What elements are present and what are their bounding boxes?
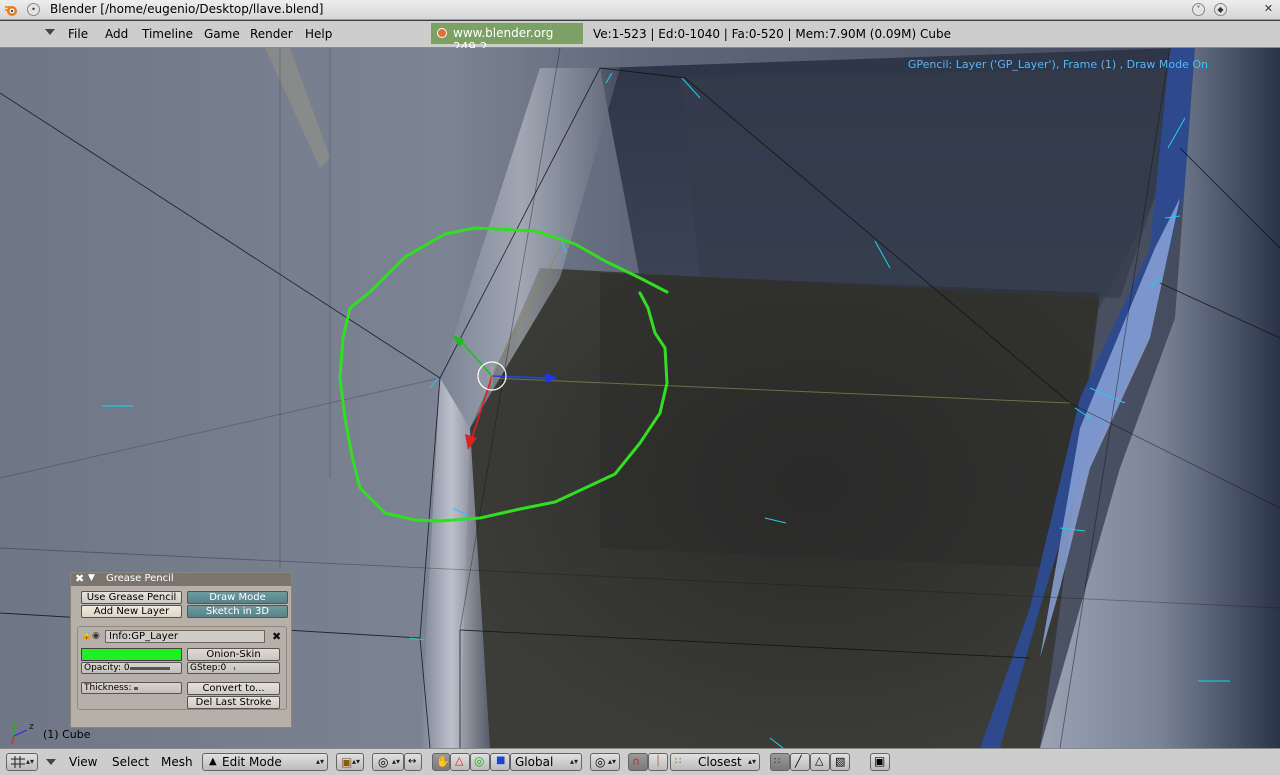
edit-mode-icon: ▲ [209, 756, 217, 767]
thickness-label: Thickness: [84, 683, 132, 693]
layer-delete-icon[interactable]: ✖ [272, 630, 281, 643]
gstep-label: GStep:0 [190, 663, 227, 673]
vertex-select-mode[interactable]: ∷ [770, 753, 790, 771]
manipulator-toggle[interactable]: ✋ [432, 753, 450, 771]
occlude-icon: ▧ [835, 755, 846, 768]
header-menu-collapse-icon[interactable] [46, 759, 56, 765]
window-maximize-button[interactable]: ◆ [1214, 3, 1227, 16]
opacity-slider[interactable]: Opacity: 0 [81, 662, 182, 674]
gstep-slider[interactable]: GStep:0 [187, 662, 280, 674]
menu-game[interactable]: Game [204, 27, 240, 41]
rotate-icon: ◎ [474, 754, 485, 768]
magnet-icon: ∩ [632, 755, 641, 768]
scale-icon: ■ [496, 755, 506, 766]
snap-element-button[interactable]: │ [648, 753, 668, 771]
thickness-fill [134, 687, 138, 690]
panel-header[interactable]: ✖ ▼ Grease Pencil [71, 572, 291, 586]
proportional-edit-icon: ◎ [595, 755, 606, 769]
menu-view[interactable]: View [69, 755, 97, 769]
snap-target-select[interactable]: ∷ Closest ▴▾ [670, 753, 760, 771]
draw-type-icon: ▣ [341, 755, 353, 769]
layer-name-field[interactable]: Info:GP_Layer [105, 630, 265, 643]
del-last-stroke-button[interactable]: Del Last Stroke [187, 696, 280, 709]
orientation-arrow-icon: ▴▾ [569, 757, 578, 766]
active-object-label: (1) Cube [43, 728, 91, 741]
draw-type-arrow-icon: ▴▾ [351, 757, 360, 766]
grid-icon [11, 756, 25, 768]
menu-render[interactable]: Render [250, 27, 293, 41]
menu-mesh[interactable]: Mesh [161, 755, 193, 769]
header-collapse-icon[interactable] [45, 29, 55, 35]
convert-to-button[interactable]: Convert to... [187, 682, 280, 695]
occlude-geometry-toggle[interactable]: ▧ [830, 753, 850, 771]
layer-color-swatch[interactable] [81, 648, 182, 661]
render-preview-button[interactable]: ▣ [870, 753, 890, 771]
thickness-slider[interactable]: Thickness: [81, 682, 182, 694]
mode-arrow-icon: ▴▾ [315, 757, 324, 766]
menu-add[interactable]: Add [105, 27, 128, 41]
pivot-arrow-icon: ▴▾ [391, 757, 400, 766]
draw-type-select[interactable]: ▣ ▴▾ [336, 753, 364, 771]
mode-select[interactable]: ▲ Edit Mode ▴▾ [202, 753, 328, 771]
proportional-edit-select[interactable]: ◎ ▴▾ [590, 753, 620, 771]
opacity-label: Opacity: 0 [84, 663, 130, 673]
axis-z-label: z [29, 722, 34, 732]
panel-collapse-icon[interactable]: ▼ [88, 573, 95, 583]
scene-stats: Ve:1-523 | Ed:0-1040 | Fa:0-520 | Mem:7.… [593, 27, 951, 41]
menu-select[interactable]: Select [112, 755, 149, 769]
render-icon: ▣ [874, 754, 886, 768]
layer-visibility-icon[interactable]: ◉ [92, 631, 100, 641]
info-header: File Add Timeline Game Render Help www.b… [0, 21, 1280, 54]
pivot-icon: ◎ [378, 755, 389, 769]
face-select-mode[interactable]: △ [810, 753, 830, 771]
edge-select-icon: ╱ [795, 755, 802, 768]
gstep-fill [234, 667, 235, 670]
snap-target-icon: ∷ [675, 756, 682, 767]
panel-close-icon[interactable]: ✖ [75, 572, 84, 585]
snap-target-label: Closest [698, 755, 742, 769]
snap-element-icon: │ [655, 756, 662, 767]
hand-icon: ✋ [436, 755, 450, 768]
opacity-fill [130, 667, 170, 670]
use-grease-pencil-toggle[interactable]: Use Grease Pencil [81, 591, 182, 604]
snap-target-arrow-icon: ▴▾ [747, 757, 756, 766]
editor-type-button[interactable]: ▴▾ [6, 753, 38, 771]
vertex-select-icon: ∷ [774, 756, 781, 767]
mode-label: Edit Mode [222, 755, 282, 769]
3d-view-header: ▴▾ View Select Mesh ▲ Edit Mode ▴▾ ▣ ▴▾ … [0, 748, 1280, 775]
sketch-in-3d-toggle[interactable]: Sketch in 3D [187, 605, 288, 618]
menu-help[interactable]: Help [305, 27, 332, 41]
scale-manipulator[interactable]: ■ [490, 753, 510, 771]
draw-mode-toggle[interactable]: Draw Mode [187, 591, 288, 604]
onion-skin-toggle[interactable]: Onion-Skin [187, 648, 280, 661]
window-collapse-button[interactable]: ˅ [1192, 3, 1205, 16]
proportional-arrow-icon: ▴▾ [607, 757, 616, 766]
editor-type-arrow-icon: ▴▾ [25, 757, 34, 766]
face-select-icon: △ [815, 754, 824, 767]
align-button[interactable]: ↔ [404, 753, 422, 771]
blender-small-icon [437, 28, 447, 38]
layer-lock-icon[interactable]: 🔒 [81, 631, 92, 641]
snap-toggle[interactable]: ∩ [628, 753, 648, 771]
orientation-label: Global [515, 755, 554, 769]
edge-select-mode[interactable]: ╱ [790, 753, 810, 771]
rotate-manipulator[interactable]: ◎ [470, 753, 490, 771]
blender-site-link[interactable]: www.blender.org 249.2 [431, 23, 583, 54]
translate-manipulator[interactable]: △ [450, 753, 470, 771]
window-title: Blender [/home/eugenio/Desktop/llave.ble… [50, 2, 324, 16]
window-close-button[interactable]: ✕ [1262, 3, 1275, 16]
window-pin-button[interactable]: • [27, 3, 40, 16]
window-titlebar: • Blender [/home/eugenio/Desktop/llave.b… [0, 0, 1280, 20]
orientation-select[interactable]: Global ▴▾ [510, 753, 582, 771]
translate-icon: △ [455, 754, 464, 767]
align-icon: ↔ [408, 756, 417, 767]
pivot-select[interactable]: ◎ ▴▾ [372, 753, 404, 771]
add-new-layer-button[interactable]: Add New Layer [81, 605, 182, 618]
blender-logo-icon [5, 6, 17, 16]
menu-file[interactable]: File [68, 27, 88, 41]
panel-title: Grease Pencil [106, 573, 174, 584]
gpencil-info-text: GPencil: Layer ('GP_Layer'), Frame (1) ,… [907, 58, 1208, 71]
grease-pencil-panel: ✖ ▼ Grease Pencil Use Grease Pencil Add … [70, 572, 292, 728]
menu-timeline[interactable]: Timeline [142, 27, 193, 41]
